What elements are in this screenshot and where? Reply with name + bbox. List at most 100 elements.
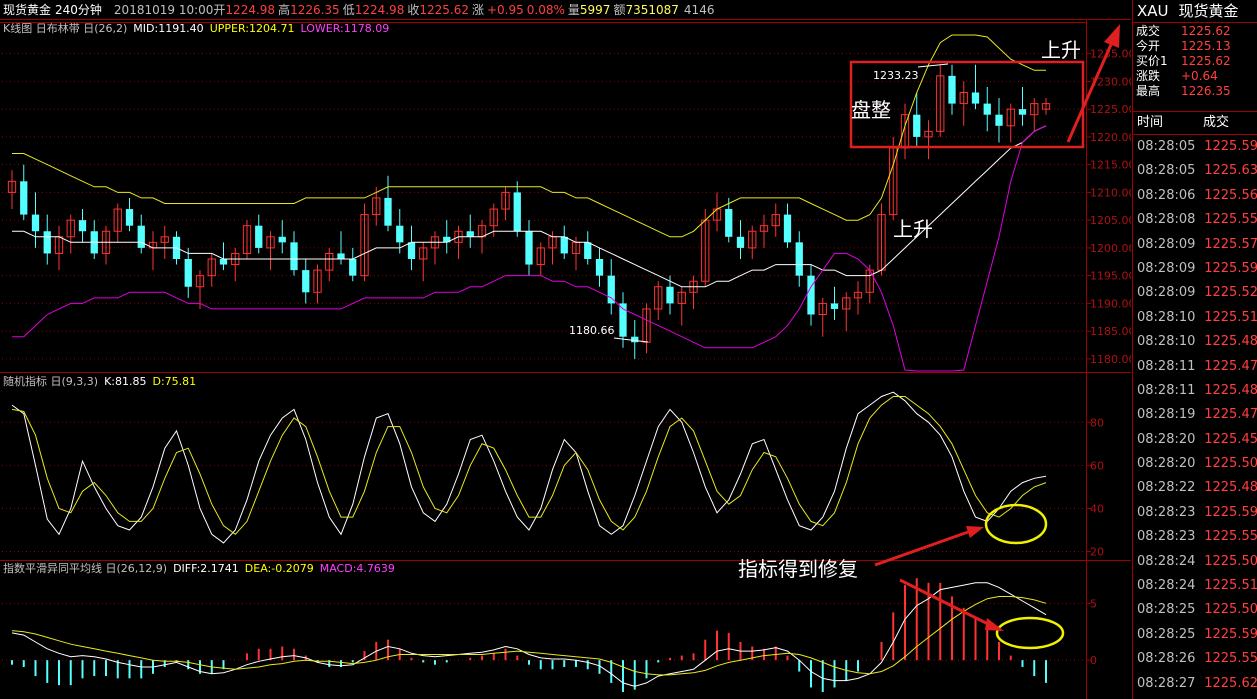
rise-label-mid: 上升 — [893, 217, 933, 241]
y-tick-label: 1210.00 — [1090, 186, 1131, 199]
candle-body — [584, 242, 592, 259]
kdj-k-line — [11, 391, 1047, 544]
indicator-repair-text: 指标得到修复 — [738, 557, 858, 581]
tick-price: 1225.48 — [1204, 382, 1257, 398]
y-tick-label: 1215.00 — [1090, 159, 1131, 172]
period-label: 240分钟 — [55, 2, 102, 17]
y-tick-label: 1180.00 — [1090, 353, 1131, 366]
macd-dea: DEA:-0.2079 — [245, 562, 314, 575]
boll-upper: UPPER:1204.71 — [210, 22, 295, 35]
sidebar-symbol: XAU — [1137, 2, 1169, 20]
candle-body — [125, 209, 134, 226]
tick-price: 1225.55 — [1204, 529, 1257, 545]
kdj-d: D:75.81 — [153, 375, 197, 388]
tick-row: 08:28:11 1225.47 — [1133, 355, 1257, 379]
sidebar-name: 现货黄金 — [1178, 2, 1239, 20]
tick-row: 08:28:10 1225.48 — [1133, 330, 1257, 354]
tick-time: 08:28:09 — [1137, 236, 1196, 252]
tick-price: 1225.51 — [1204, 309, 1257, 325]
tick-row: 08:28:23 1225.55 — [1133, 525, 1257, 549]
tick-row: 08:28:27 1225.62 — [1133, 672, 1257, 696]
quote-row: 最高 1226.35 — [1136, 84, 1231, 98]
tick-row: 08:28:25 1225.50 — [1133, 598, 1257, 622]
macd-value: MACD:4.7639 — [320, 562, 395, 575]
tick-row: 08:28:06 1225.56 — [1133, 184, 1257, 208]
candle-body — [184, 259, 192, 287]
sidebar-title: XAU 现货黄金 — [1133, 0, 1257, 23]
tick-price: 1225.52 — [1204, 285, 1257, 301]
y-tick-label: 1235.00 — [1090, 48, 1131, 61]
tick-row: 08:28:26 1225.55 — [1133, 647, 1257, 671]
y-tick-label: 1205.00 — [1090, 214, 1131, 227]
y-tick-label: 40 — [1090, 502, 1104, 515]
rise-arrow-head — [1104, 24, 1120, 48]
tick-time: 08:28:05 — [1137, 163, 1196, 179]
tick-row: 08:28:24 1225.50 — [1133, 550, 1257, 574]
candle-body — [337, 253, 345, 259]
quote-sidebar: XAU 现货黄金 成交 1225.62 今开 1225.13 买价1 1225.62 涨… — [1132, 0, 1257, 699]
tick-time: 08:28:20 — [1137, 431, 1196, 447]
open-value: 1224.98 — [225, 3, 275, 17]
tick-price: 1225.55 — [1204, 212, 1257, 228]
candle-body — [971, 92, 980, 104]
tick-price: 1225.59 — [1204, 139, 1257, 154]
tick-time: 08:28:19 — [1137, 407, 1196, 423]
candle-body — [595, 259, 604, 276]
tick-time: 08:28:24 — [1137, 553, 1196, 569]
tick-time: 08:28:06 — [1137, 187, 1196, 203]
instrument-name: 现货黄金 — [3, 2, 51, 17]
candle-body — [302, 270, 310, 293]
tick-row: 08:28:11 1225.48 — [1133, 379, 1257, 403]
close-value: 1225.62 — [419, 3, 469, 17]
macd-header: 指数平滑异同平均线 日(26,12,9) DIFF:2.1741 DEA:-0.20… — [3, 561, 395, 575]
tick-row: 08:28:10 1225.51 — [1133, 306, 1257, 330]
candle-body — [219, 259, 228, 265]
repair-arrow-macd — [899, 578, 991, 627]
tick-row: 08:28:22 1225.48 — [1133, 476, 1257, 500]
volume-value: 5997 — [580, 3, 611, 17]
macd-highlight-circle — [995, 616, 1065, 650]
candle-body — [396, 225, 404, 243]
tick-time: 08:28:26 — [1137, 651, 1196, 667]
tick-price: 1225.59 — [1204, 626, 1257, 642]
boll-upper-line — [12, 34, 1046, 238]
tick-list[interactable]: 08:28:05 1225.59 08:28:05 1225.63 08:28:06 12… — [1133, 135, 1257, 696]
candle-body — [830, 303, 839, 309]
tick-price: 1225.59 — [1204, 504, 1257, 520]
candle-body — [20, 181, 28, 215]
candle-body — [948, 75, 956, 104]
chart-area: 现货黄金 240分钟 20181019 10:00开1224.98 高1226.35 低… — [0, 2, 1131, 699]
candle-body — [255, 225, 263, 248]
y-tick-label: 1195.00 — [1090, 270, 1131, 283]
y-tick-label: 20 — [1090, 546, 1104, 559]
candle-body — [43, 231, 51, 254]
kdj-k: K:81.85 — [104, 375, 146, 388]
boll-header: K线图 日布林带 日(26,2) MID:1191.40 UPPER:1204.71… — [3, 21, 389, 35]
tick-row: 08:28:08 1225.55 — [1133, 208, 1257, 232]
tick-price: 1225.63 — [1204, 163, 1257, 179]
boll-lower: LOWER:1178.09 — [300, 22, 389, 35]
amount-value: 7351087 — [625, 3, 678, 17]
col-price: 成交 — [1203, 115, 1230, 130]
candle-body — [913, 114, 921, 137]
boll-mid: MID:1191.40 — [133, 22, 203, 35]
candle-body — [290, 242, 298, 271]
y-tick-label: 80 — [1090, 416, 1104, 429]
tick-time: 08:28:25 — [1137, 602, 1196, 618]
tick-table-header: 时间 成交 — [1133, 112, 1257, 135]
candle-body — [795, 242, 803, 276]
tick-price: 1225.51 — [1204, 578, 1257, 594]
consolidation-text: 盘整 — [851, 98, 891, 122]
candle-body — [736, 236, 745, 248]
candle-body — [137, 225, 145, 248]
tick-time: 08:28:27 — [1137, 675, 1196, 691]
candle-body — [560, 236, 568, 254]
change-value: +0.95 — [487, 3, 524, 17]
y-tick-label: 1200.00 — [1090, 242, 1131, 255]
candle-body — [807, 275, 815, 315]
tick-price: 1225.62 — [1204, 675, 1257, 691]
y-tick-label: 1220.00 — [1090, 131, 1131, 144]
tick-price: 1225.56 — [1204, 187, 1257, 203]
candle-body — [278, 236, 286, 243]
tick-time: 08:28:05 — [1137, 139, 1196, 154]
